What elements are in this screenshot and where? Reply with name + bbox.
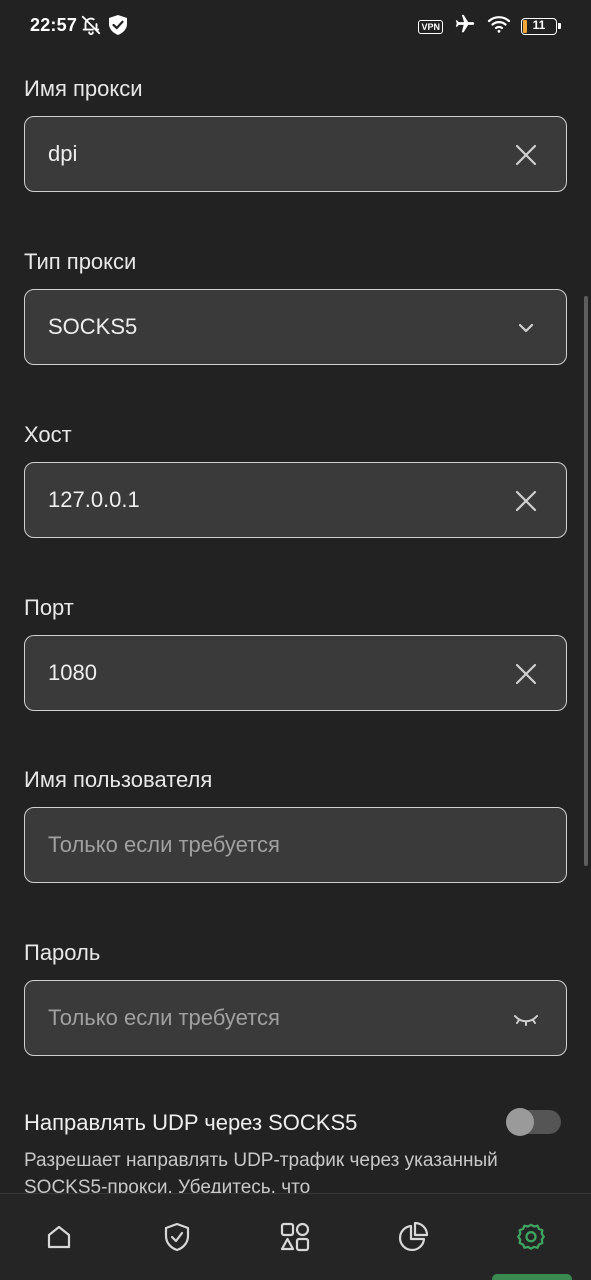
proxy-settings-screen: 22:57 VPN 11 Имя прокси dpi Тип прокси S…: [0, 0, 591, 1280]
status-left-icons: [80, 14, 128, 41]
home-icon[interactable]: [42, 1220, 76, 1254]
chevron-down-icon: [512, 314, 540, 342]
shield-icon[interactable]: [160, 1220, 194, 1254]
port-input[interactable]: 1080: [24, 635, 567, 711]
vpn-badge: VPN: [418, 19, 443, 34]
wifi-icon: [487, 14, 511, 39]
host-input[interactable]: 127.0.0.1: [24, 462, 567, 538]
airplane-icon: [453, 13, 477, 40]
clear-icon[interactable]: [512, 487, 540, 515]
username-label: Имя пользователя: [24, 767, 213, 792]
scrollbar[interactable]: [584, 296, 588, 866]
proxy-name-value: dpi: [48, 141, 78, 166]
proxy-type-select[interactable]: SOCKS5: [24, 289, 567, 365]
battery-cap: [558, 23, 561, 29]
active-tab-indicator: [492, 1274, 572, 1280]
udp-toggle-switch[interactable]: [506, 1108, 561, 1136]
status-time: 22:57: [30, 15, 78, 35]
port-label: Порт: [24, 595, 74, 620]
shield-check-icon: [108, 14, 128, 41]
settings-icon[interactable]: [514, 1220, 548, 1254]
bell-off-icon: [80, 14, 102, 41]
udp-toggle-title: Направлять UDP через SOCKS5: [24, 1110, 358, 1135]
password-placeholder: Только если требуется: [48, 1005, 280, 1030]
host-value: 127.0.0.1: [48, 487, 140, 512]
stats-pie-icon[interactable]: [396, 1220, 430, 1254]
battery-icon: 11: [521, 18, 561, 35]
password-input[interactable]: Только если требуется: [24, 980, 567, 1056]
clear-icon[interactable]: [512, 141, 540, 169]
apps-icon[interactable]: [278, 1220, 312, 1254]
username-placeholder: Только если требуется: [48, 832, 280, 857]
status-right-icons: VPN 11: [418, 13, 561, 40]
bottom-navigation: [0, 1193, 591, 1280]
eye-closed-icon[interactable]: [512, 1005, 540, 1033]
proxy-name-input[interactable]: dpi: [24, 116, 567, 192]
battery-level: 11: [532, 18, 546, 32]
status-bar: 22:57 VPN 11: [0, 0, 591, 54]
clear-icon[interactable]: [512, 660, 540, 688]
password-label: Пароль: [24, 940, 101, 965]
proxy-name-label: Имя прокси: [24, 76, 143, 101]
toggle-knob: [506, 1108, 534, 1136]
host-label: Хост: [24, 422, 72, 447]
port-value: 1080: [48, 660, 97, 685]
username-input[interactable]: Только если требуется: [24, 807, 567, 883]
proxy-type-label: Тип прокси: [24, 249, 137, 274]
proxy-type-value: SOCKS5: [48, 314, 138, 339]
